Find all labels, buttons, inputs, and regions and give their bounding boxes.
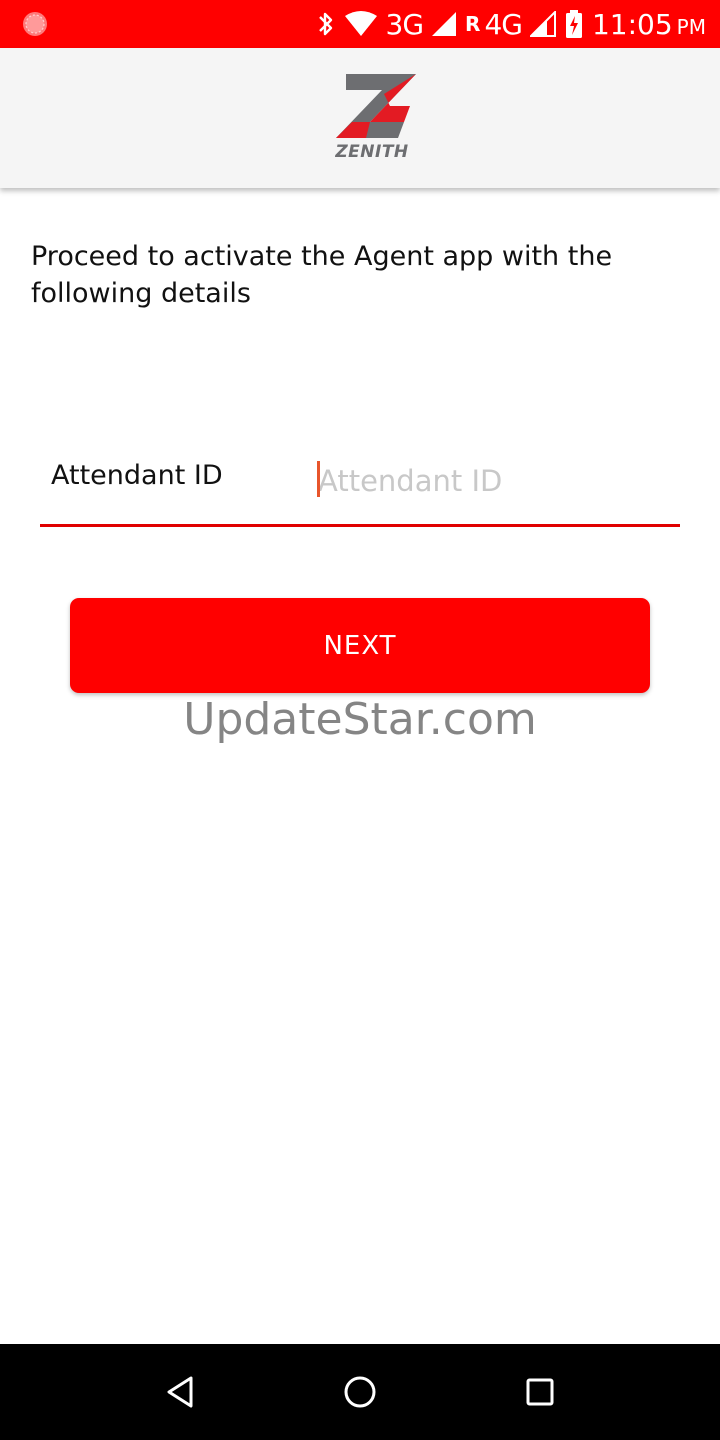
intro-text: Proceed to activate the Agent app with t… xyxy=(31,241,613,309)
home-button[interactable] xyxy=(336,1368,384,1416)
clock: 11:05 PM xyxy=(592,8,706,41)
battery-charging-icon xyxy=(565,10,582,38)
app-bar: ZENITH xyxy=(0,48,720,188)
logo-text: ZENITH xyxy=(335,142,409,162)
recents-icon xyxy=(526,1378,554,1406)
attendant-id-input[interactable] xyxy=(318,456,678,506)
attendant-id-label: Attendant ID xyxy=(51,460,223,491)
watermark: UpdateStar.com xyxy=(183,694,537,745)
zenith-z-icon xyxy=(336,74,416,138)
navigation-bar xyxy=(0,1344,720,1440)
home-icon xyxy=(344,1376,376,1408)
back-icon xyxy=(167,1376,193,1408)
status-indicators: 3G R 4G 11:05 PM xyxy=(316,0,706,48)
signal-icon xyxy=(432,12,457,36)
zenith-logo: ZENITH xyxy=(334,70,420,166)
next-button[interactable]: NEXT xyxy=(70,598,650,693)
clock-time: 11:05 xyxy=(591,7,673,41)
bluetooth-icon xyxy=(318,12,332,36)
back-button[interactable] xyxy=(156,1368,204,1416)
record-icon xyxy=(23,12,47,36)
recents-button[interactable] xyxy=(516,1368,564,1416)
wifi-icon xyxy=(344,11,377,36)
network-type-1: 3G xyxy=(385,7,425,41)
text-caret xyxy=(317,461,320,497)
attendant-id-underline xyxy=(40,524,680,527)
clock-ampm: PM xyxy=(676,14,706,39)
roaming-indicator: R xyxy=(465,12,481,36)
signal-icon xyxy=(529,11,556,37)
status-bar: 3G R 4G 11:05 PM xyxy=(0,0,720,48)
network-type-2: 4G xyxy=(484,7,523,41)
